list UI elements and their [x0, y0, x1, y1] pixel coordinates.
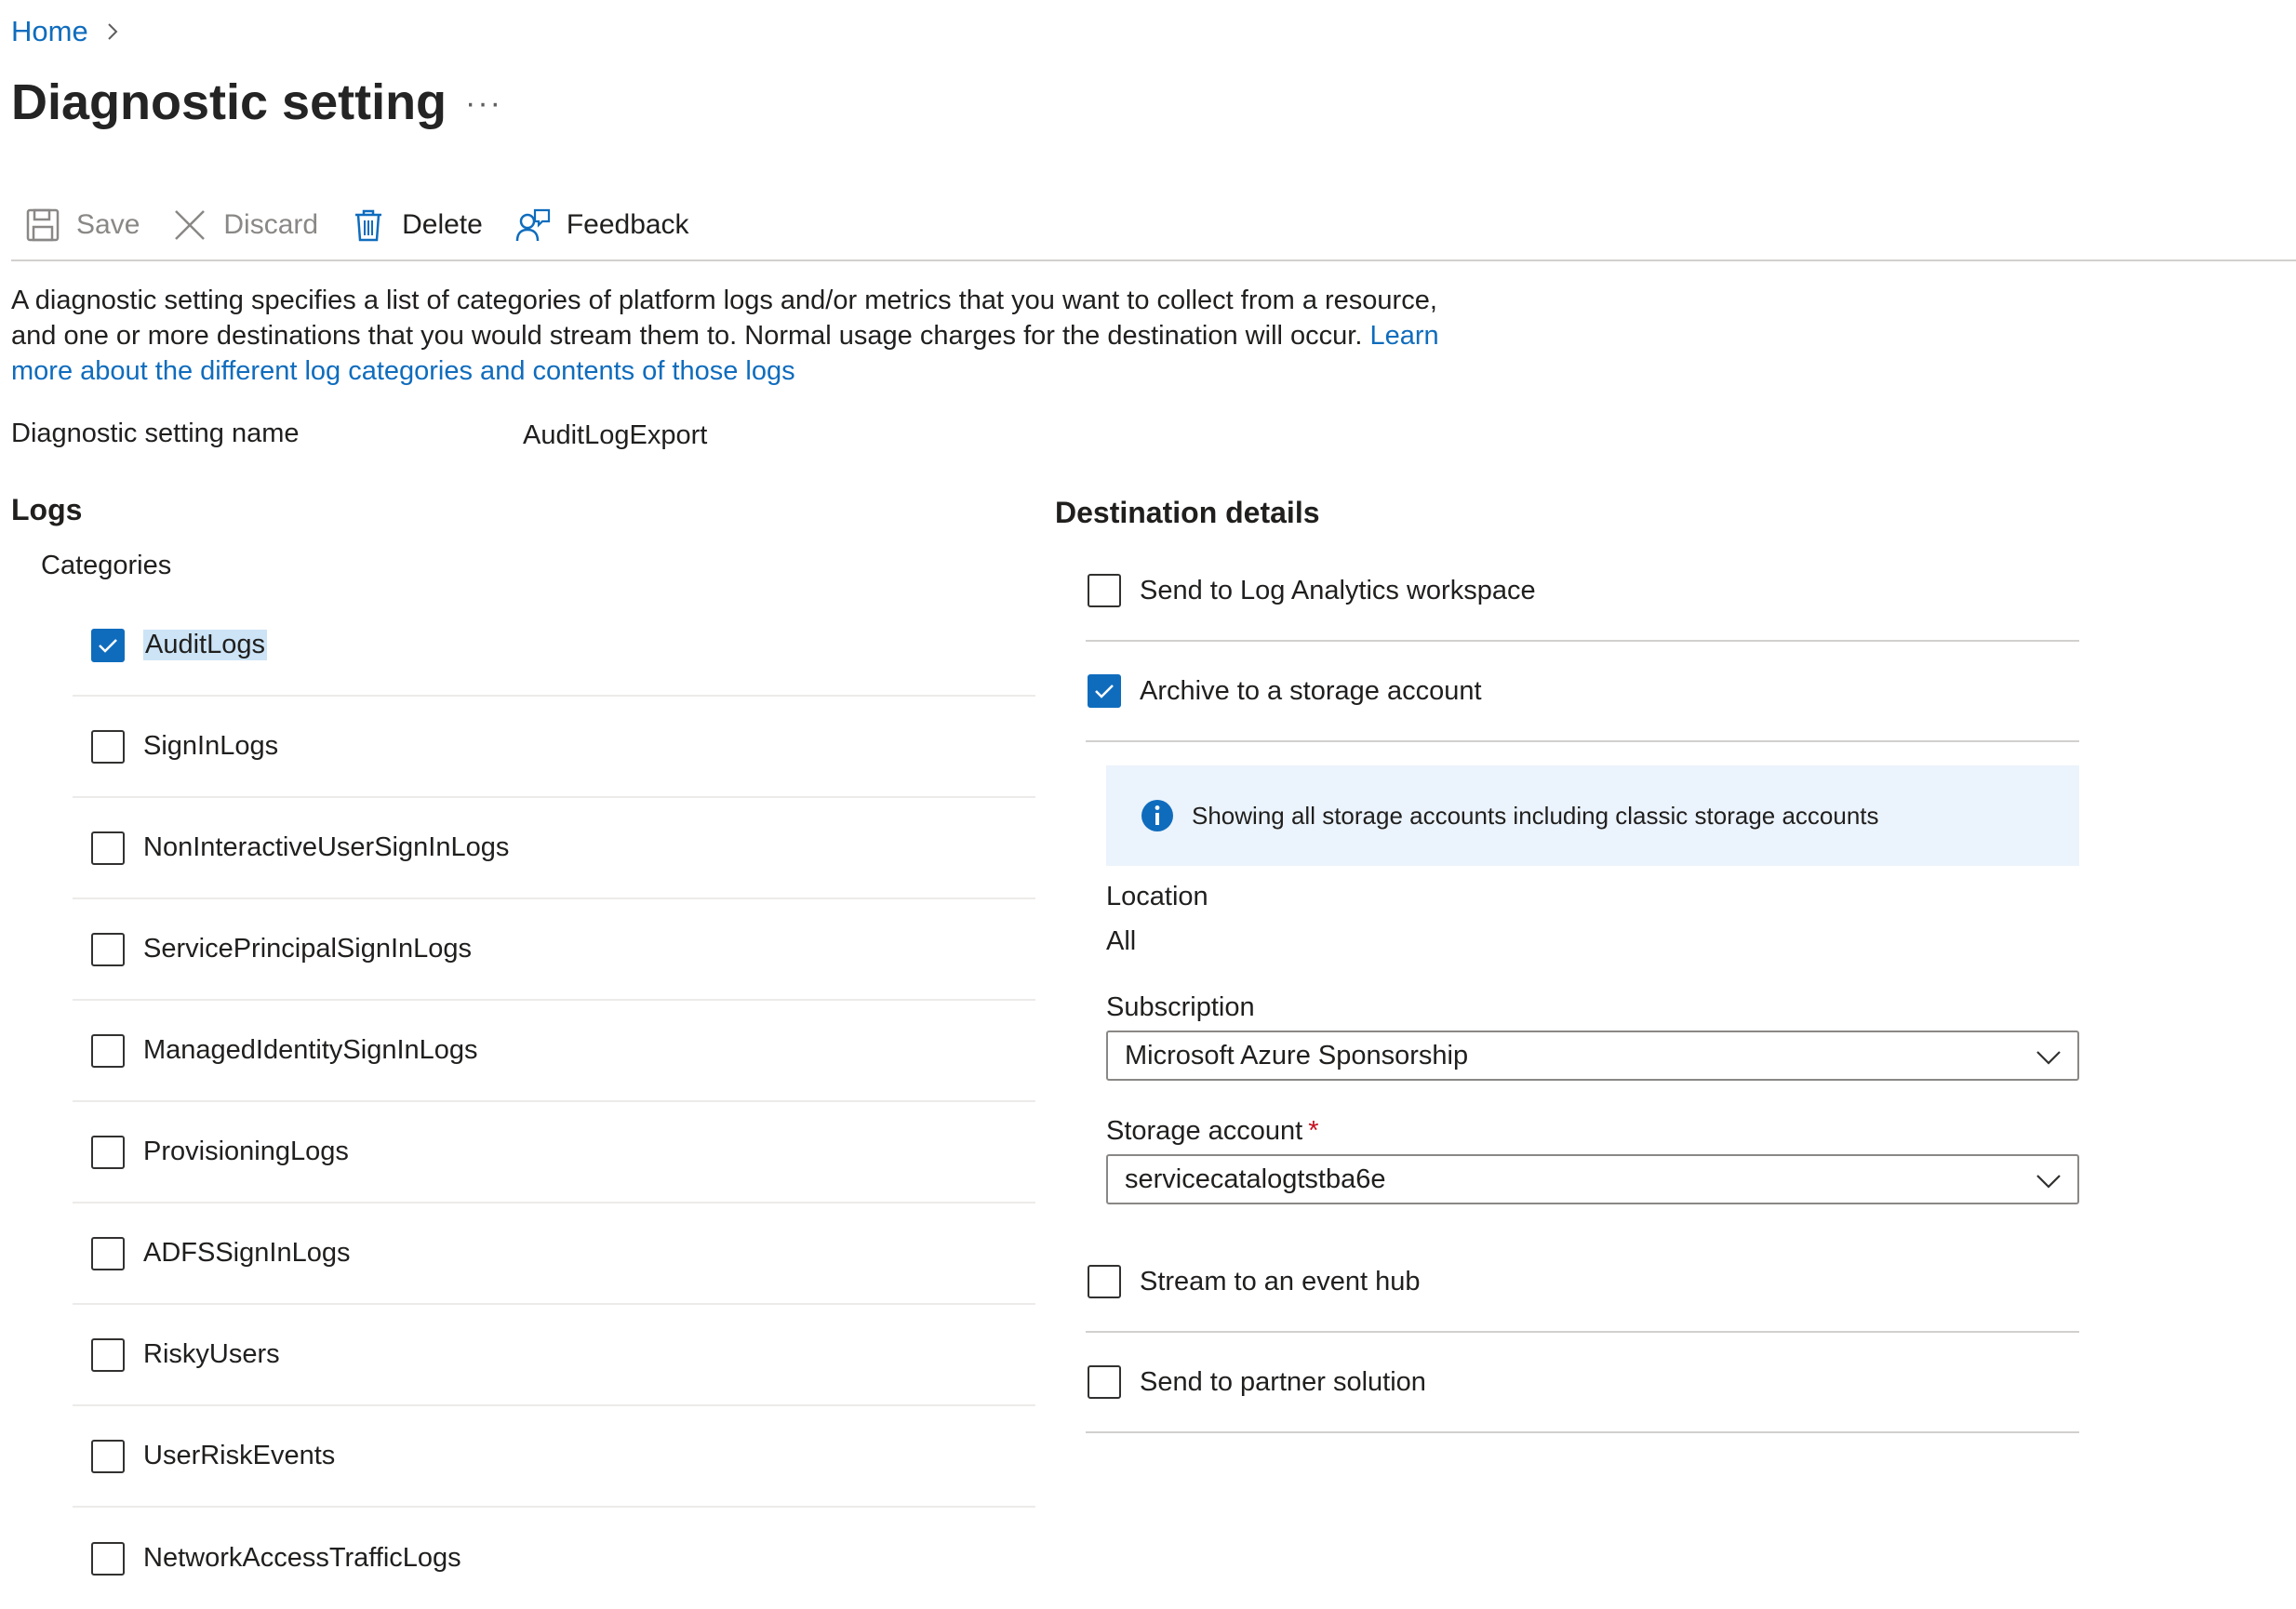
- logs-heading: Logs: [11, 493, 83, 526]
- description: A diagnostic setting specifies a list of…: [11, 283, 1444, 389]
- category-label: NetworkAccessTrafficLogs: [143, 1543, 461, 1573]
- subscription-value: Microsoft Azure Sponsorship: [1125, 1040, 1469, 1070]
- checkbox[interactable]: [1088, 574, 1121, 607]
- storage-account-label: Storage account *: [1106, 1116, 1319, 1147]
- delete-label: Delete: [402, 209, 483, 240]
- category-auditlogs[interactable]: AuditLogs: [73, 595, 1035, 697]
- save-icon: [26, 208, 60, 242]
- storage-account-label-text: Storage account: [1106, 1116, 1303, 1146]
- checkbox[interactable]: [91, 1337, 125, 1372]
- destination-partner-solution[interactable]: Send to partner solution: [1086, 1333, 2079, 1433]
- category-adfssigninlogs[interactable]: ADFSSignInLogs: [73, 1203, 1035, 1305]
- save-button[interactable]: Save: [24, 206, 140, 244]
- save-label: Save: [76, 209, 140, 240]
- location-label: Location: [1106, 882, 1208, 911]
- discard-label: Discard: [223, 209, 319, 240]
- category-provisioninglogs[interactable]: ProvisioningLogs: [73, 1102, 1035, 1203]
- chevron-down-icon: [2036, 1051, 2061, 1065]
- setting-name-label: Diagnostic setting name: [11, 419, 300, 448]
- category-label: AuditLogs: [143, 630, 267, 660]
- info-icon: [1141, 800, 1173, 831]
- feedback-label: Feedback: [566, 209, 689, 240]
- checkbox-checked[interactable]: [1088, 674, 1121, 708]
- checkbox-checked[interactable]: [91, 628, 125, 662]
- category-list: AuditLogs SignInLogs NonInteractiveUserS…: [73, 595, 1035, 1609]
- destination-log-analytics[interactable]: Send to Log Analytics workspace: [1086, 541, 2079, 642]
- setting-name-value: AuditLogExport: [523, 420, 708, 450]
- category-label: UserRiskEvents: [143, 1441, 336, 1470]
- category-managedidentitysigninlogs[interactable]: ManagedIdentitySignInLogs: [73, 1001, 1035, 1102]
- discard-button[interactable]: Discard: [171, 206, 318, 244]
- category-label: RiskyUsers: [143, 1339, 280, 1369]
- category-userriskevents[interactable]: UserRiskEvents: [73, 1406, 1035, 1508]
- destination-label: Stream to an event hub: [1140, 1266, 1421, 1297]
- required-marker: *: [1308, 1116, 1319, 1146]
- category-label: SignInLogs: [143, 731, 279, 761]
- description-text: A diagnostic setting specifies a list of…: [11, 286, 1437, 351]
- storage-account-value: servicecatalogtstba6e: [1125, 1164, 1386, 1194]
- feedback-button[interactable]: Feedback: [514, 206, 689, 244]
- toolbar-divider: [11, 259, 2296, 261]
- delete-button[interactable]: Delete: [350, 206, 483, 244]
- destination-label: Send to partner solution: [1140, 1366, 1426, 1397]
- destination-label: Archive to a storage account: [1140, 675, 1482, 706]
- info-banner: Showing all storage accounts including c…: [1106, 765, 2079, 866]
- category-label: ProvisioningLogs: [143, 1137, 349, 1166]
- subscription-label: Subscription: [1106, 992, 1255, 1022]
- checkbox[interactable]: [91, 729, 125, 764]
- page-title: Diagnostic setting: [11, 74, 447, 130]
- breadcrumb: Home: [11, 15, 124, 48]
- info-text: Showing all storage accounts including c…: [1192, 801, 1879, 830]
- category-noninteractiveusersigninlogs[interactable]: NonInteractiveUserSignInLogs: [73, 798, 1035, 899]
- checkbox[interactable]: [91, 1236, 125, 1270]
- subscription-dropdown[interactable]: Microsoft Azure Sponsorship: [1106, 1031, 2079, 1081]
- category-serviceprincipalsigninlogs[interactable]: ServicePrincipalSignInLogs: [73, 899, 1035, 1001]
- category-label: ServicePrincipalSignInLogs: [143, 934, 473, 964]
- checkbox[interactable]: [91, 1541, 125, 1576]
- category-signinlogs[interactable]: SignInLogs: [73, 697, 1035, 798]
- destination-storage-account[interactable]: Archive to a storage account: [1086, 642, 2079, 742]
- checkbox[interactable]: [91, 932, 125, 966]
- checkbox[interactable]: [1088, 1265, 1121, 1298]
- category-label: ADFSSignInLogs: [143, 1238, 351, 1268]
- category-riskyusers[interactable]: RiskyUsers: [73, 1305, 1035, 1406]
- trash-icon: [355, 209, 382, 242]
- category-label: NonInteractiveUserSignInLogs: [143, 832, 510, 862]
- chevron-down-icon: [2036, 1175, 2061, 1189]
- command-bar: Save Discard Delete Feedback: [24, 201, 689, 249]
- close-icon: [175, 210, 206, 240]
- destination-event-hub[interactable]: Stream to an event hub: [1086, 1232, 2079, 1333]
- more-options-button[interactable]: ···: [465, 86, 502, 122]
- categories-label: Categories: [41, 551, 172, 580]
- storage-account-dropdown[interactable]: servicecatalogtstba6e: [1106, 1154, 2079, 1204]
- checkbox[interactable]: [91, 831, 125, 865]
- checkmark-icon: [1095, 685, 1114, 698]
- checkmark-icon: [99, 638, 117, 653]
- destination-heading: Destination details: [1055, 496, 1320, 529]
- checkbox[interactable]: [91, 1033, 125, 1068]
- location-value: All: [1106, 926, 1137, 956]
- category-label: ManagedIdentitySignInLogs: [143, 1035, 478, 1065]
- feedback-icon: [515, 208, 550, 242]
- chevron-right-icon: [107, 23, 118, 40]
- checkbox[interactable]: [1088, 1365, 1121, 1399]
- breadcrumb-home-link[interactable]: Home: [11, 15, 88, 48]
- checkbox[interactable]: [91, 1439, 125, 1473]
- destination-label: Send to Log Analytics workspace: [1140, 575, 1536, 605]
- checkbox[interactable]: [91, 1135, 125, 1169]
- category-networkaccesstrafficlogs[interactable]: NetworkAccessTrafficLogs: [73, 1508, 1035, 1609]
